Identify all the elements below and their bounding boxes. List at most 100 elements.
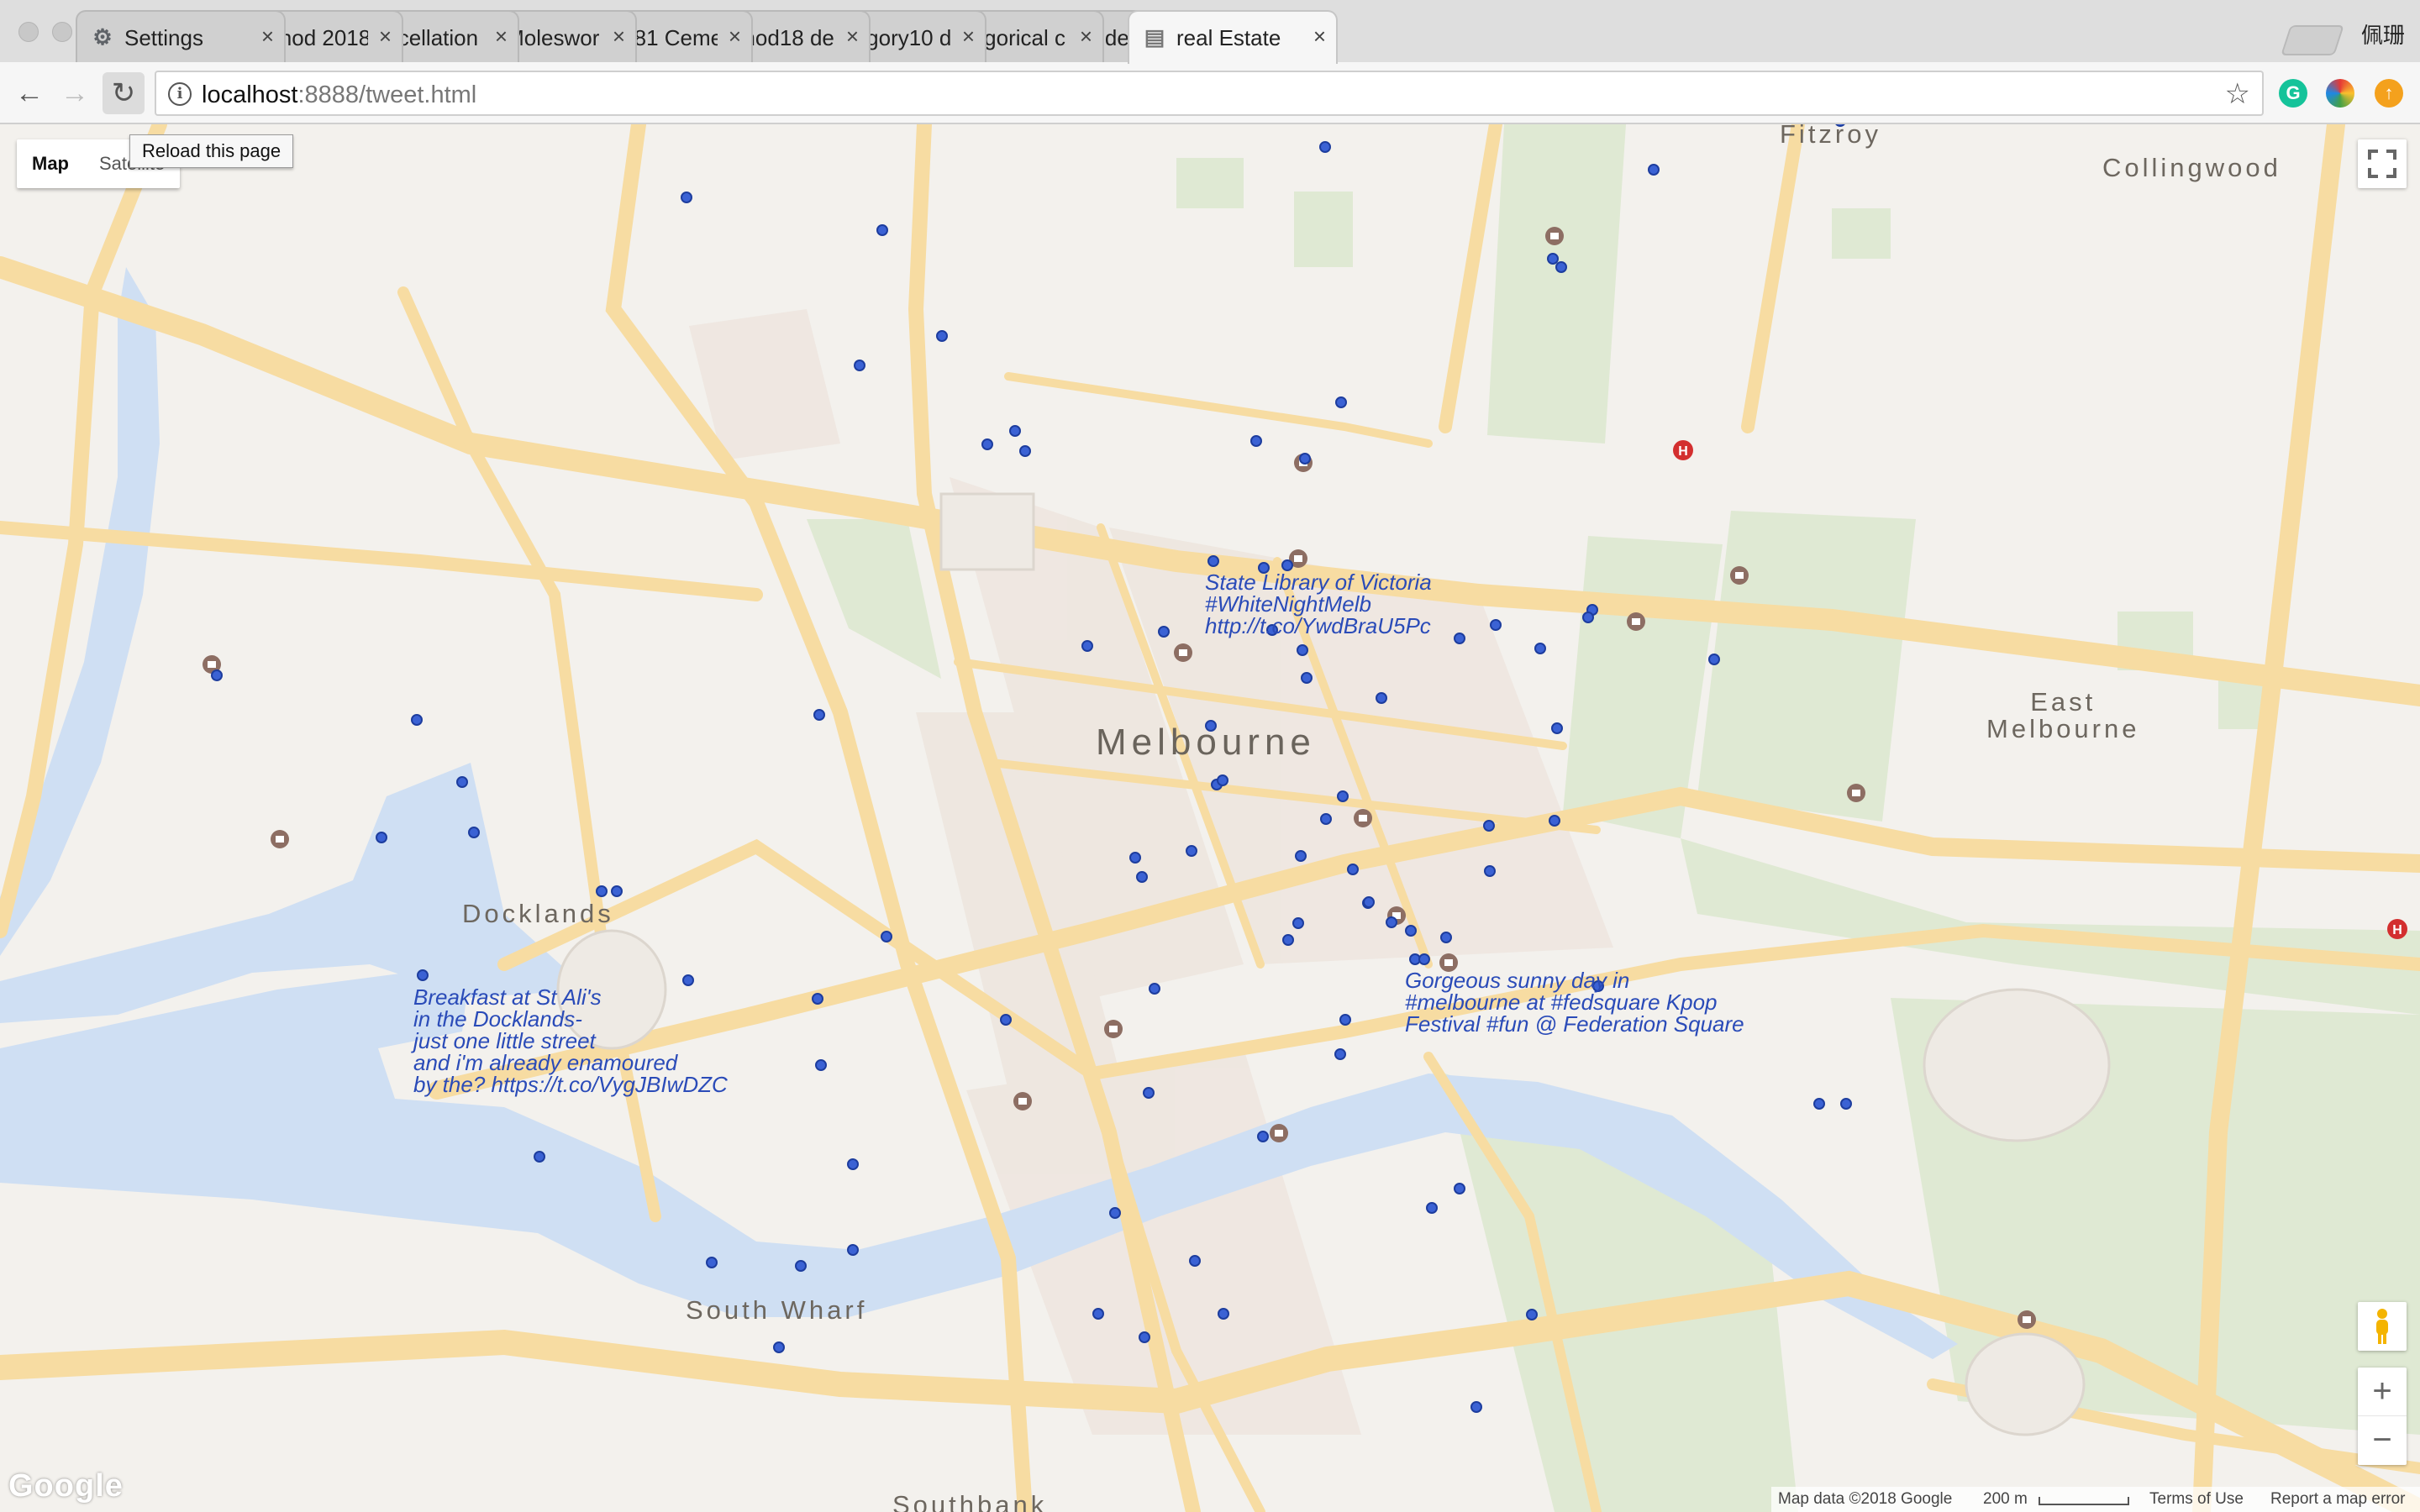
back-arrow-icon[interactable]: ←: [8, 72, 50, 114]
street-view-pegman-button[interactable]: [2358, 1302, 2407, 1351]
tab-close-icon[interactable]: ×: [1080, 24, 1092, 49]
tweet-marker[interactable]: [1207, 555, 1219, 567]
tweet-marker[interactable]: [813, 709, 825, 721]
tweet-marker[interactable]: [1555, 261, 1567, 273]
tweet-marker[interactable]: [1418, 953, 1430, 965]
tweet-marker[interactable]: [1292, 917, 1304, 929]
tweet-marker[interactable]: [1297, 644, 1308, 656]
tweet-marker[interactable]: [376, 832, 387, 843]
tweet-marker[interactable]: [1257, 1131, 1269, 1142]
minimize-window-button[interactable]: [52, 22, 72, 42]
tweet-marker[interactable]: [847, 1244, 859, 1256]
tweet-marker[interactable]: [456, 776, 468, 788]
tweet-marker[interactable]: [596, 885, 608, 897]
tweet-marker[interactable]: [1648, 164, 1660, 176]
tweet-marker[interactable]: [1840, 1098, 1852, 1110]
tweet-marker[interactable]: [417, 969, 429, 981]
tweet-marker[interactable]: [812, 993, 823, 1005]
tweet-marker[interactable]: [1282, 934, 1294, 946]
tweet-marker[interactable]: [1299, 453, 1311, 465]
tab-close-icon[interactable]: ×: [962, 24, 975, 49]
tweet-marker[interactable]: [1470, 1401, 1482, 1413]
tweet-marker[interactable]: [795, 1260, 807, 1272]
tweet-marker[interactable]: [211, 669, 223, 681]
scale-label[interactable]: 200 m: [1983, 1487, 2028, 1512]
tweet-marker[interactable]: [936, 330, 948, 342]
tweet-marker[interactable]: [876, 224, 888, 236]
tab-close-icon[interactable]: ×: [846, 24, 859, 49]
tweet-marker[interactable]: [1217, 774, 1228, 786]
tweet-marker[interactable]: [611, 885, 623, 897]
tweet-marker[interactable]: [1405, 925, 1417, 937]
tweet-marker[interactable]: [1386, 916, 1397, 928]
tweet-marker[interactable]: [1009, 425, 1021, 437]
tweet-marker[interactable]: [1143, 1087, 1155, 1099]
tweet-marker[interactable]: [881, 931, 892, 942]
tweet-marker[interactable]: [1549, 815, 1560, 827]
tweet-marker[interactable]: [1454, 633, 1465, 644]
tab-close-icon[interactable]: ×: [613, 24, 625, 49]
tweet-marker[interactable]: [773, 1341, 785, 1353]
tweet-marker[interactable]: [1136, 871, 1148, 883]
tweet-marker[interactable]: [815, 1059, 827, 1071]
tweet-marker[interactable]: [1301, 672, 1313, 684]
tweet-marker[interactable]: [1129, 852, 1141, 864]
tweet-marker[interactable]: [1334, 1048, 1346, 1060]
address-bar[interactable]: i localhost:8888/tweet.html ☆: [155, 71, 2264, 116]
tweet-marker[interactable]: [1813, 1098, 1825, 1110]
tweet-marker[interactable]: [1000, 1014, 1012, 1026]
tweet-marker[interactable]: [706, 1257, 718, 1268]
tweet-marker[interactable]: [1295, 850, 1307, 862]
tweet-marker[interactable]: [1484, 865, 1496, 877]
tweet-marker[interactable]: [534, 1151, 545, 1163]
tweet-marker[interactable]: [1158, 626, 1170, 638]
tweet-marker[interactable]: [1186, 845, 1197, 857]
tweet-marker[interactable]: [1019, 445, 1031, 457]
reload-icon[interactable]: ↻: [103, 72, 145, 114]
tweet-marker[interactable]: [1250, 435, 1262, 447]
tweet-marker[interactable]: [1376, 692, 1387, 704]
tweet-marker[interactable]: [1426, 1202, 1438, 1214]
tweet-marker[interactable]: [1337, 790, 1349, 802]
tweet-marker[interactable]: [411, 714, 423, 726]
tweet-marker[interactable]: [1139, 1331, 1150, 1343]
grammarly-extension-icon[interactable]: G: [2279, 79, 2307, 108]
profile-name[interactable]: 佩珊: [2361, 18, 2405, 50]
map-canvas[interactable]: HH Fitzroy Collingwood Melbourne East Me…: [0, 124, 2420, 1512]
google-logo[interactable]: Google: [8, 1468, 124, 1504]
tweet-marker[interactable]: [1440, 932, 1452, 943]
tweet-marker[interactable]: [1189, 1255, 1201, 1267]
tab-close-icon[interactable]: ×: [379, 24, 392, 49]
terms-of-use-link[interactable]: Terms of Use: [2149, 1487, 2244, 1512]
tweet-marker[interactable]: [1320, 813, 1332, 825]
tweet-marker[interactable]: [1339, 1014, 1351, 1026]
tweet-marker[interactable]: [1708, 654, 1720, 665]
update-extension-icon[interactable]: ↑: [2375, 79, 2403, 108]
map-data-credit[interactable]: Map data ©2018 Google: [1778, 1487, 1952, 1512]
zoom-in-button[interactable]: +: [2358, 1368, 2407, 1416]
tweet-marker[interactable]: [1335, 396, 1347, 408]
close-window-button[interactable]: [18, 22, 39, 42]
tweet-marker[interactable]: [1319, 141, 1331, 153]
tweet-marker[interactable]: [1347, 864, 1359, 875]
tweet-marker[interactable]: [1218, 1308, 1229, 1320]
tweet-marker[interactable]: [1109, 1207, 1121, 1219]
tab-close-icon[interactable]: ×: [729, 24, 741, 49]
bookmark-star-icon[interactable]: ☆: [2225, 79, 2250, 109]
map-type-map-button[interactable]: Map: [17, 139, 84, 188]
tweet-marker[interactable]: [1454, 1183, 1465, 1194]
color-extension-icon[interactable]: [2326, 79, 2354, 108]
info-icon[interactable]: i: [168, 82, 192, 106]
tab-close-icon[interactable]: ×: [1313, 24, 1326, 49]
url-text[interactable]: localhost:8888/tweet.html: [202, 81, 476, 109]
tweet-marker[interactable]: [981, 438, 993, 450]
tweet-marker[interactable]: [1534, 643, 1546, 654]
tweet-marker[interactable]: [854, 360, 865, 371]
tab-close-icon[interactable]: ×: [495, 24, 508, 49]
tweet-marker[interactable]: [1547, 253, 1559, 265]
tweet-marker[interactable]: [1081, 640, 1093, 652]
new-tab-button[interactable]: [2281, 25, 2344, 55]
tab-close-icon[interactable]: ×: [261, 24, 274, 49]
tab-real-estate[interactable]: ▤ real Estate ×: [1128, 10, 1338, 64]
report-map-error-link[interactable]: Report a map error: [2270, 1487, 2406, 1512]
